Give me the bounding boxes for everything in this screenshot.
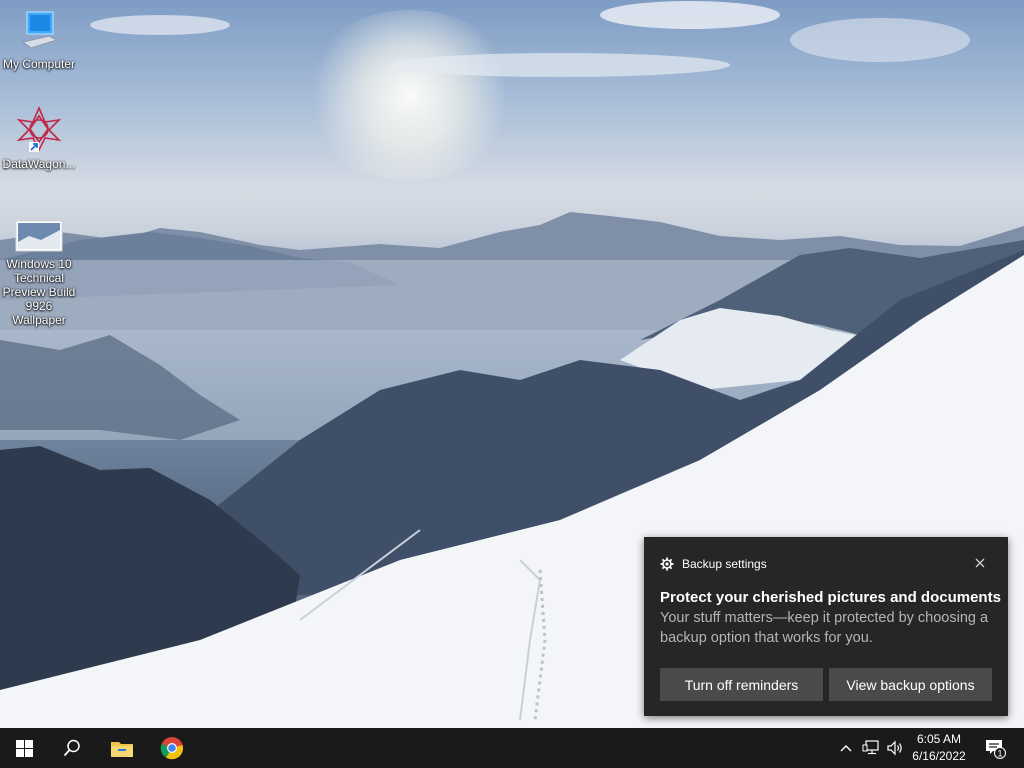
start-button[interactable] [0, 728, 48, 768]
desktop-icon-label: Windows 10 Technical Preview Build 9926 … [2, 257, 76, 327]
toast-title: Protect your cherished pictures and docu… [660, 589, 1001, 606]
chevron-up-icon [840, 745, 852, 752]
desktop-icon-label: My Computer [2, 57, 76, 71]
clock-date: 6/16/2022 [912, 749, 966, 763]
notification-count-badge: 1 [997, 749, 1002, 759]
clock-time: 6:05 AM [916, 732, 962, 746]
close-icon [975, 558, 985, 568]
taskbar: 6:05 AM 6/16/2022 1 [0, 728, 1024, 768]
datawagon-logo-icon [16, 105, 62, 152]
action-center-button[interactable]: 1 [980, 728, 1010, 768]
taskbar-file-explorer[interactable] [98, 728, 146, 768]
view-backup-options-button[interactable]: View backup options [829, 668, 992, 701]
windows-logo-icon [15, 739, 33, 757]
toast-body: Your stuff matters—keep it protected by … [660, 610, 989, 646]
notification-icon: 1 [986, 740, 1006, 759]
desktop-icon-my-computer[interactable]: My Computer [0, 10, 78, 71]
toast-header: Backup settings [660, 556, 767, 572]
computer-icon [21, 11, 59, 49]
turn-off-reminders-button[interactable]: Turn off reminders [660, 668, 823, 701]
clock[interactable]: 6:05 AM 6/16/2022 [900, 731, 978, 765]
desktop-icon-label: DataWagon... [2, 157, 76, 171]
taskbar-chrome[interactable] [148, 728, 196, 768]
backup-notification-toast[interactable]: Backup settings Protect your cherished p… [644, 537, 1008, 716]
network-icon [862, 740, 879, 755]
search-icon [63, 739, 80, 757]
desktop-icon-datawagon[interactable]: DataWagon... [0, 105, 78, 171]
desktop-icon-wallpaper-file[interactable]: Windows 10 Technical Preview Build 9926 … [0, 220, 78, 327]
show-hidden-icons-button[interactable] [836, 728, 856, 768]
search-button[interactable] [48, 728, 96, 768]
network-button[interactable] [860, 728, 882, 768]
image-file-icon [15, 220, 63, 252]
gear-icon [660, 557, 674, 571]
toast-app-name: Backup settings [682, 557, 767, 571]
chrome-icon [160, 737, 184, 760]
file-explorer-icon [111, 742, 133, 757]
close-button[interactable] [970, 553, 990, 573]
